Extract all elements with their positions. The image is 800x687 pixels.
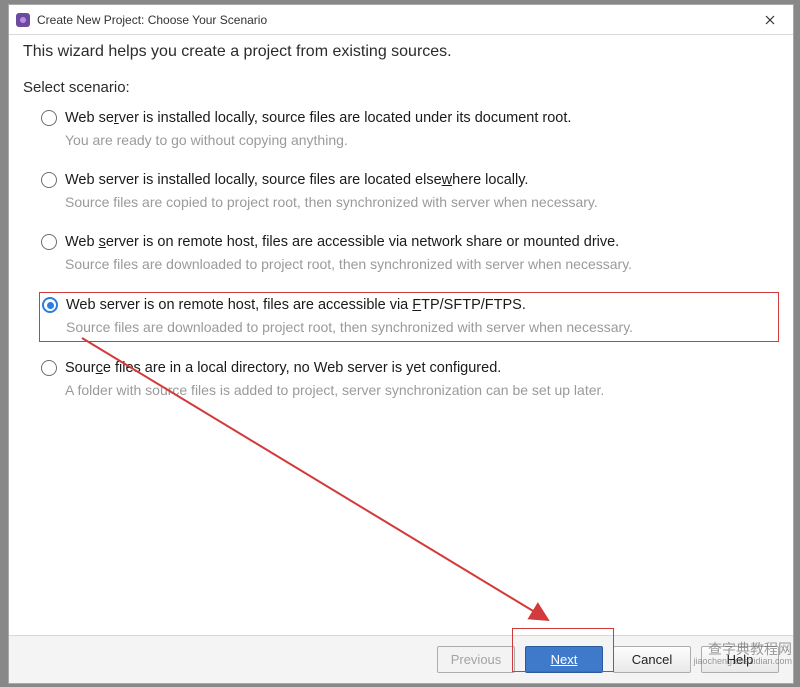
radio-button[interactable] [41,234,57,250]
option-description: Source files are downloaded to project r… [42,319,776,335]
scenario-options: Web server is installed locally, source … [23,106,779,404]
scenario-option-1[interactable]: Web server is installed locally, source … [39,168,779,216]
option-description: Source files are downloaded to project r… [41,256,777,272]
option-title: Web server is on remote host, files are … [65,234,619,250]
radio-button[interactable] [41,360,57,376]
app-icon [15,12,31,28]
option-row: Web server is on remote host, files are … [41,234,777,250]
option-row: Web server is installed locally, source … [41,172,777,188]
option-row: Web server is installed locally, source … [41,110,777,126]
window-title: Create New Project: Choose Your Scenario [37,13,753,27]
option-row: Web server is on remote host, files are … [42,297,776,313]
option-description: Source files are copied to project root,… [41,194,777,210]
option-description: A folder with source files is added to p… [41,382,777,398]
scenario-option-4[interactable]: Source files are in a local directory, n… [39,356,779,404]
previous-button: Previous [437,646,515,673]
close-icon [765,15,775,25]
radio-button[interactable] [41,110,57,126]
option-description: You are ready to go without copying anyt… [41,132,777,148]
titlebar: Create New Project: Choose Your Scenario [9,5,793,35]
radio-button[interactable] [42,297,58,313]
cancel-button-label: Cancel [632,652,672,667]
scenario-option-2[interactable]: Web server is on remote host, files are … [39,230,779,278]
select-scenario-label: Select scenario: [23,79,779,96]
close-button[interactable] [753,9,787,31]
dialog-window: Create New Project: Choose Your Scenario… [8,4,794,684]
cancel-button[interactable]: Cancel [613,646,691,673]
wizard-intro: This wizard helps you create a project f… [23,43,779,61]
previous-button-label: Previous [451,652,502,667]
option-title: Web server is installed locally, source … [65,110,571,126]
next-button-label: Next [551,652,578,667]
help-button[interactable]: Help [701,646,779,673]
option-row: Source files are in a local directory, n… [41,360,777,376]
help-button-label: Help [727,652,754,667]
scenario-option-3[interactable]: Web server is on remote host, files are … [39,292,779,342]
option-title: Web server is on remote host, files are … [66,297,526,313]
option-title: Source files are in a local directory, n… [65,360,501,376]
dialog-footer: Previous Next Cancel Help [9,635,793,683]
dialog-content: This wizard helps you create a project f… [9,35,793,635]
option-title: Web server is installed locally, source … [65,172,528,188]
next-button[interactable]: Next [525,646,603,673]
radio-button[interactable] [41,172,57,188]
scenario-option-0[interactable]: Web server is installed locally, source … [39,106,779,154]
